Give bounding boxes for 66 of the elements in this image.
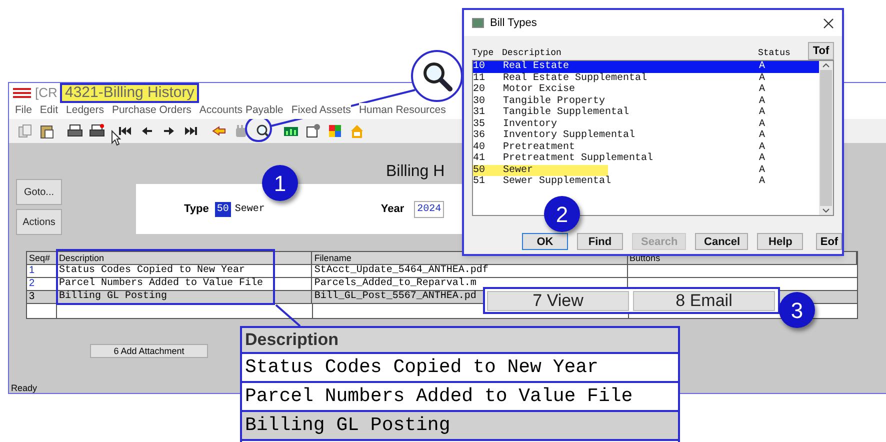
dialog-button[interactable]: Find: [577, 233, 623, 250]
list-row[interactable]: 11 Real Estate Supplemental A: [473, 72, 819, 84]
menu-item[interactable]: Accounts Payable: [199, 103, 284, 119]
end-of-file-button[interactable]: Eof: [816, 233, 842, 250]
column-header: Description: [242, 328, 678, 354]
clipboard-icon[interactable]: [39, 123, 55, 139]
list-row[interactable]: 51 Sewer Supplemental A: [473, 176, 819, 188]
dialog-button[interactable]: Help: [757, 233, 804, 250]
app-logo-icon: [13, 88, 31, 98]
table-cell: Billing GL Posting: [242, 412, 678, 441]
top-of-file-button[interactable]: Tof: [808, 42, 834, 60]
list-row[interactable]: 31 Tangible Supplemental A: [473, 107, 819, 118]
printer-icon[interactable]: [89, 123, 105, 139]
field-label: Year: [380, 202, 404, 217]
scrollbar[interactable]: [819, 61, 833, 215]
year-field[interactable]: 2024: [414, 200, 444, 218]
column-header: Description: [56, 252, 312, 264]
list-row[interactable]: 35 Inventory A: [473, 118, 819, 130]
window-title-prefix: [CR: [35, 84, 58, 102]
table-cell: 2: [27, 278, 57, 290]
document-gear-icon[interactable]: [305, 123, 321, 139]
printer-icon[interactable]: [67, 123, 83, 139]
table-cell: 1: [27, 265, 57, 277]
list-row[interactable]: 50 Sewer A: [473, 164, 819, 176]
list-row[interactable]: 36 Inventory Supplemental A: [473, 130, 819, 142]
scroll-down-icon[interactable]: [822, 208, 830, 213]
dialog-button[interactable]: OK: [522, 233, 568, 250]
search-icon: [421, 60, 453, 92]
type-field[interactable]: 50: [214, 202, 231, 216]
list-row[interactable]: 20 Motor Excise A: [473, 84, 819, 96]
scroll-up-icon[interactable]: [822, 63, 830, 68]
dialog-icon: [472, 18, 484, 28]
scroll-thumb[interactable]: [820, 70, 832, 206]
list-row[interactable]: 40 Pretreatment A: [473, 142, 819, 153]
table-cell: Billing GL Posting: [56, 291, 312, 303]
cursor-icon: [111, 130, 121, 146]
view-button[interactable]: 7 View: [487, 290, 629, 310]
highlight-marker: 50 Sewer: [473, 164, 608, 176]
column-header: Status: [758, 46, 792, 60]
list-row[interactable]: 41 Pretreatment Supplemental A: [473, 153, 819, 164]
side-button[interactable]: Goto...: [16, 179, 62, 205]
highlight-ring: [245, 116, 272, 142]
close-icon[interactable]: [823, 18, 834, 28]
type-name: Sewer: [234, 202, 265, 216]
side-button[interactable]: Actions: [16, 209, 62, 235]
add-attachment-button[interactable]: 6 Add Attachment: [90, 344, 208, 358]
menu-item[interactable]: Fixed Assets: [291, 103, 351, 119]
field-label: Type: [184, 202, 209, 217]
column-header: Description: [502, 46, 562, 60]
column-header: Type: [472, 46, 495, 60]
table-cell: 3: [27, 291, 57, 303]
column-header: Seq#: [27, 252, 57, 264]
form-title: Billing H: [386, 162, 446, 182]
table-cell: StAcct_Update_5464_ANTHEA.pdf: [312, 265, 628, 277]
table-cell: Parcel Numbers Added to Value File: [56, 278, 312, 290]
search-icon[interactable]: [255, 123, 271, 139]
table-cell: Status Codes Copied to New Year: [56, 265, 312, 277]
highlighted-window-title: 4321-Billing History: [60, 83, 200, 103]
color-grid-icon[interactable]: [327, 123, 343, 139]
dialog-title: Bill Types: [490, 16, 538, 31]
email-button[interactable]: 8 Email: [633, 290, 775, 310]
status-text: Ready: [11, 384, 38, 393]
arrow-burst-icon[interactable]: [211, 123, 227, 139]
dialog-button[interactable]: Cancel: [695, 233, 748, 250]
list-row[interactable]: 30 Tangible Property A: [473, 96, 819, 107]
list-row[interactable]: 10 Real Estate A: [473, 61, 819, 72]
